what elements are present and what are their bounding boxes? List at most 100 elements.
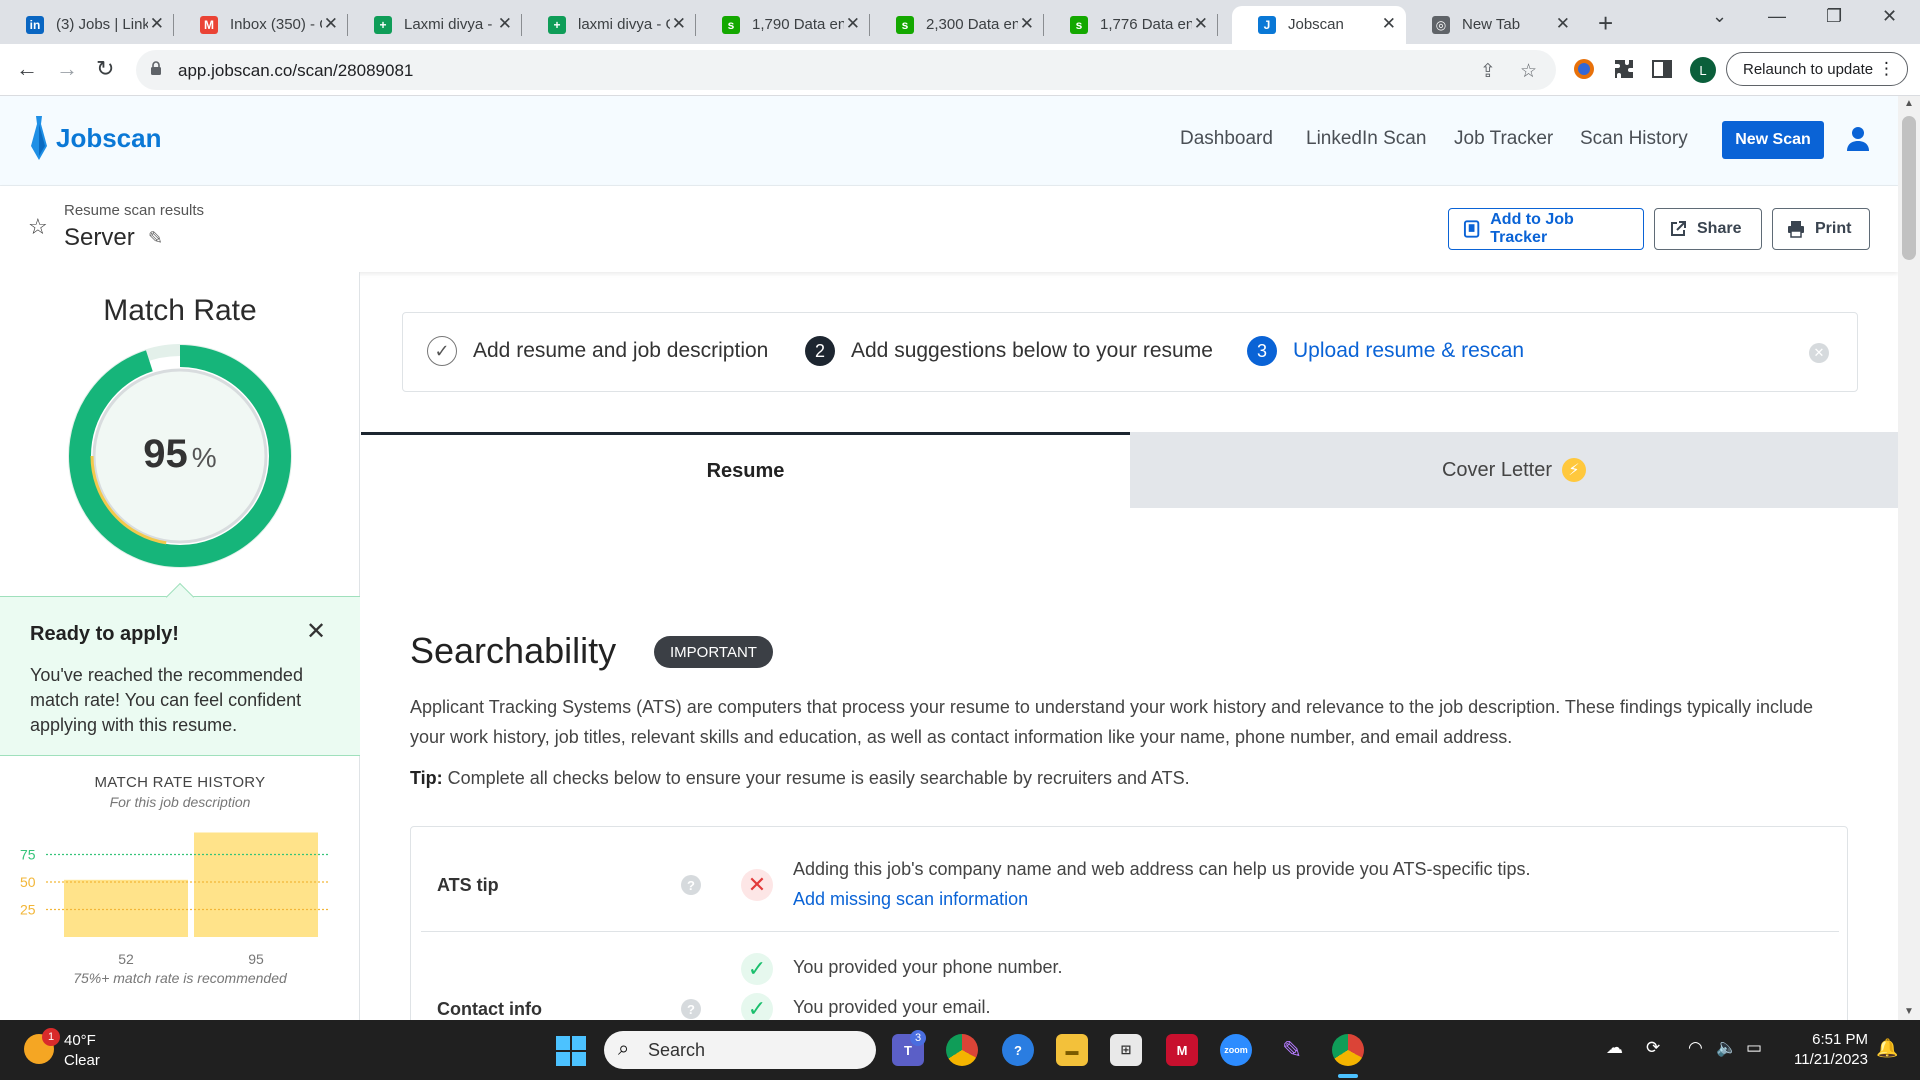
side-panel-icon[interactable] (1650, 57, 1674, 81)
close-tab-icon[interactable]: ✕ (672, 14, 686, 34)
new-scan-button[interactable]: New Scan (1722, 121, 1824, 159)
browser-tab[interactable]: s 1,790 Data entry✕ (696, 6, 870, 44)
favorite-star-icon[interactable]: ☆ (28, 214, 48, 240)
nav-scan-history[interactable]: Scan History (1580, 128, 1688, 150)
step-label: Add resume and job description (473, 339, 769, 362)
restore-icon[interactable]: ❐ (1826, 6, 1842, 27)
file-explorer-icon[interactable]: ▬ (1056, 1034, 1088, 1066)
feather-app-icon[interactable]: ✎ (1276, 1034, 1308, 1066)
zoom-icon[interactable]: zoom (1220, 1034, 1252, 1066)
scan-title: Server (64, 224, 135, 251)
browser-tab[interactable]: s 2,300 Data entry✕ (870, 6, 1044, 44)
edit-pencil-icon[interactable]: ✎ (148, 228, 163, 249)
step-add-resume: ✓ Add resume and job description (427, 336, 768, 366)
page-scrollbar[interactable]: ▲ ▼ (1898, 96, 1920, 1020)
jobscan-icon: J (1258, 16, 1276, 34)
ats-tip-label: ATS tip (437, 875, 499, 895)
relaunch-button[interactable]: Relaunch to update ⋮ (1726, 52, 1908, 86)
close-tab-icon[interactable]: ✕ (1382, 14, 1396, 34)
progress-steps: ✓ Add resume and job description 2 Add s… (402, 312, 1858, 392)
system-clock[interactable]: 6:51 PM 11/21/2023 (1786, 1030, 1868, 1070)
store-icon[interactable]: ⊞ (1110, 1034, 1142, 1066)
close-tab-icon[interactable]: ✕ (324, 14, 338, 34)
volume-icon[interactable]: 🔈 (1716, 1038, 1737, 1058)
close-tab-icon[interactable]: ✕ (846, 14, 860, 34)
extension-icon[interactable] (1572, 57, 1596, 81)
forward-icon[interactable]: → (56, 56, 78, 82)
user-account-icon[interactable] (1846, 126, 1870, 152)
back-icon[interactable]: ← (16, 56, 38, 82)
more-menu-icon[interactable]: ⋮ (1878, 59, 1895, 79)
reload-icon[interactable]: ↻ (96, 56, 114, 82)
bookmark-star-icon[interactable]: ☆ (1520, 60, 1537, 83)
relaunch-label: Relaunch to update (1743, 60, 1874, 78)
print-button[interactable]: Print (1772, 208, 1870, 250)
ready-to-apply-banner: Ready to apply! ✕ You've reached the rec… (0, 582, 360, 756)
windows-taskbar: 1 40°F Clear ⌕ Search T 3 ? ▬ ⊞ M zoom ✎… (0, 1020, 1920, 1080)
chrome-active-taskbar-icon[interactable] (1332, 1034, 1364, 1066)
mcafee-icon[interactable]: M (1166, 1034, 1198, 1066)
chrome-taskbar-icon[interactable] (946, 1034, 978, 1066)
browser-tab[interactable]: ◎ New Tab ✕ (1406, 6, 1580, 44)
weather-temp: 40°F (64, 1032, 96, 1049)
dismiss-steps-icon[interactable]: ✕ (1809, 343, 1829, 363)
scan-subtitle: Resume scan results (64, 202, 205, 219)
nav-job-tracker[interactable]: Job Tracker (1454, 128, 1553, 150)
close-banner-icon[interactable]: ✕ (306, 617, 326, 646)
new-tab-button[interactable]: + (1598, 8, 1613, 39)
tab-cover-letter[interactable]: Cover Letter ⚡ (1130, 432, 1898, 508)
tab-separator (1217, 14, 1218, 36)
url-text: app.jobscan.co/scan/28089081 (178, 61, 414, 80)
close-tab-icon[interactable]: ✕ (1556, 14, 1570, 34)
close-window-icon[interactable]: ✕ (1882, 6, 1897, 27)
address-bar[interactable]: app.jobscan.co/scan/28089081 ⇪ ☆ (136, 50, 1556, 90)
share-button[interactable]: Share (1654, 208, 1762, 250)
browser-tab-strip: in(3) Jobs | LinkedIn✕MInbox (350) - Gma… (0, 0, 1920, 44)
help-icon[interactable]: ? (681, 999, 701, 1019)
nav-dashboard[interactable]: Dashboard (1180, 128, 1273, 150)
print-label: Print (1815, 220, 1852, 237)
add-to-job-tracker-button[interactable]: Add to Job Tracker (1448, 208, 1644, 250)
match-rate-sidebar: Match Rate 95% Ready to apply! ✕ You've … (0, 272, 360, 1020)
browser-tab[interactable]: s 1,776 Data entry✕ (1044, 6, 1218, 44)
clock-date: 11/21/2023 (1794, 1051, 1868, 1068)
help-icon[interactable]: ? (681, 875, 701, 895)
tab-title: 2,300 Data entry (926, 16, 1018, 33)
tab-resume[interactable]: Resume (361, 432, 1130, 508)
scroll-down-icon[interactable]: ▼ (1904, 1006, 1914, 1017)
step-add-suggestions: 2 Add suggestions below to your resume (805, 336, 1213, 366)
windows-start-icon[interactable] (556, 1036, 586, 1066)
upwork-icon: s (722, 16, 740, 34)
close-tab-icon[interactable]: ✕ (150, 14, 164, 34)
add-missing-scan-info-link[interactable]: Add missing scan information (793, 889, 1028, 910)
close-tab-icon[interactable]: ✕ (498, 14, 512, 34)
profile-avatar[interactable]: L (1690, 57, 1716, 83)
browser-tab[interactable]: M Inbox (350) - Gmail✕ (174, 6, 348, 44)
browser-tab[interactable]: + Laxmi divya - Google Sheets✕ (348, 6, 522, 44)
tab-title: laxmi divya - Google Sheets (578, 16, 670, 33)
battery-icon[interactable]: ▭ (1746, 1038, 1762, 1058)
jobscan-logo[interactable]: Jobscan (28, 114, 162, 162)
scrollbar-thumb[interactable] (1902, 116, 1916, 260)
lightning-icon: ⚡ (1562, 458, 1587, 482)
wifi-icon[interactable]: ◠ (1688, 1038, 1703, 1058)
scroll-up-icon[interactable]: ▲ (1904, 98, 1914, 109)
step-upload-rescan[interactable]: 3 Upload resume & rescan (1247, 336, 1524, 366)
onedrive-cloud-icon[interactable]: ☁ (1606, 1038, 1623, 1058)
puzzle-extensions-icon[interactable] (1612, 57, 1636, 81)
share-page-icon[interactable]: ⇪ (1480, 60, 1496, 83)
browser-tab[interactable]: + laxmi divya - Google Sheets✕ (522, 6, 696, 44)
active-app-indicator (1338, 1074, 1358, 1078)
browser-tab[interactable]: J Jobscan ✕ (1232, 6, 1406, 44)
browser-tab[interactable]: in (3) Jobs | LinkedIn✕ (0, 6, 174, 44)
nav-linkedin-scan[interactable]: LinkedIn Scan (1306, 128, 1426, 150)
notification-bell-icon[interactable]: 🔔 (1876, 1038, 1898, 1059)
minimize-icon[interactable]: — (1768, 6, 1786, 27)
taskbar-search[interactable]: ⌕ Search (604, 1031, 876, 1069)
searchability-checks: ATS tip ? ✕ Adding this job's company na… (410, 826, 1848, 1026)
tab-search-chevron-icon[interactable]: ⌄ (1712, 6, 1727, 27)
help-taskbar-icon[interactable]: ? (1002, 1034, 1034, 1066)
sync-icon[interactable]: ⟳ (1646, 1038, 1660, 1058)
close-tab-icon[interactable]: ✕ (1194, 14, 1208, 34)
close-tab-icon[interactable]: ✕ (1020, 14, 1034, 34)
